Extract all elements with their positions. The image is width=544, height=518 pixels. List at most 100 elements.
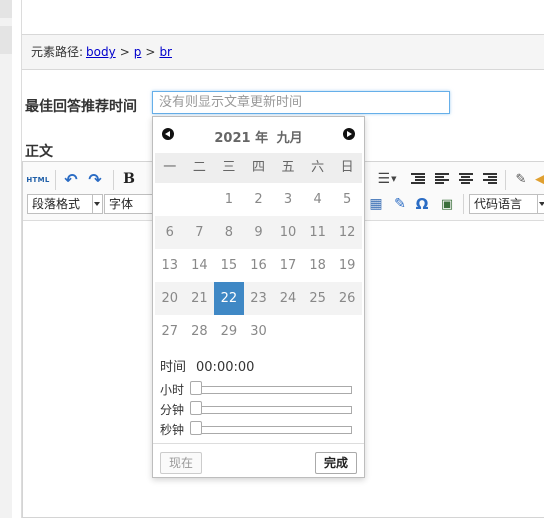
day-cell[interactable]: 8 (214, 216, 244, 249)
hour-slider-row: 小时 (160, 381, 360, 399)
body-label: 正文 (25, 144, 53, 160)
left-gutter (0, 0, 12, 518)
calendar-week-row: 20 21 22 23 24 25 26 (155, 282, 362, 315)
second-slider[interactable] (197, 426, 352, 434)
day-cell[interactable]: 20 (155, 282, 185, 315)
day-cell[interactable]: 29 (214, 315, 244, 348)
table-icon[interactable]: ▦ (368, 195, 384, 213)
list-icon[interactable]: ☰ ▼ (373, 169, 401, 189)
day-cell[interactable]: 14 (185, 249, 215, 282)
day-cell[interactable]: 16 (244, 249, 274, 282)
hour-slider-handle[interactable] (190, 381, 202, 395)
day-cell[interactable]: 12 (332, 216, 362, 249)
path-link-body[interactable]: body (86, 45, 116, 59)
day-cell[interactable]: 2 (244, 183, 274, 216)
paragraph-format-select[interactable]: 段落格式 (27, 194, 103, 214)
day-cell[interactable]: 6 (155, 216, 185, 249)
second-slider-row: 秒钟 (160, 421, 360, 439)
day-cell[interactable]: 19 (332, 249, 362, 282)
second-slider-handle[interactable] (190, 421, 202, 435)
top-editor-area[interactable] (22, 0, 544, 35)
minute-slider[interactable] (197, 406, 352, 414)
day-cell[interactable]: 9 (244, 216, 274, 249)
time-display: 时间 00:00:00 (160, 356, 254, 375)
attachment-icon[interactable]: ✎ (391, 195, 409, 213)
now-button[interactable]: 现在 (160, 452, 202, 474)
gutter-block (0, 26, 12, 54)
day-cell[interactable]: 24 (273, 282, 303, 315)
empty-day-cell (332, 315, 362, 348)
weekday-header-cell: 四 (251, 160, 265, 175)
weekday-header-cell: 二 (192, 160, 206, 175)
day-cell[interactable]: 5 (332, 183, 362, 216)
redo-icon[interactable]: ↷ (85, 169, 105, 189)
path-link-p[interactable]: p (134, 45, 142, 59)
day-cell[interactable]: 4 (303, 183, 333, 216)
minute-slider-row: 分钟 (160, 401, 360, 419)
day-cell[interactable]: 17 (273, 249, 303, 282)
calendar-week-row: 13 14 15 16 17 18 19 (155, 249, 362, 282)
day-cell[interactable]: 28 (185, 315, 215, 348)
weekday-header-cell: 日 (340, 160, 354, 175)
day-cell[interactable]: 13 (155, 249, 185, 282)
day-cell[interactable]: 15 (214, 249, 244, 282)
image-icon[interactable]: ▣ (438, 195, 456, 213)
day-cell[interactable]: 18 (303, 249, 333, 282)
indent-icon[interactable] (408, 169, 428, 189)
weekday-header-cell: 一 (163, 160, 177, 175)
align-left-icon[interactable] (432, 169, 452, 189)
calendar-week-row: 12345 (155, 183, 362, 216)
path-link-br[interactable]: br (159, 45, 172, 59)
weekday-header-cell: 三 (222, 160, 236, 175)
next-month-icon[interactable] (343, 128, 355, 140)
picker-month: 九月 (276, 131, 303, 146)
done-button[interactable]: 完成 (315, 452, 357, 474)
picker-title: 2021 年 九月 (153, 127, 364, 146)
path-separator: > (119, 45, 130, 59)
undo-icon[interactable]: ↶ (61, 169, 81, 189)
bold-button[interactable]: B (119, 169, 139, 189)
paint-icon[interactable]: ◀ (535, 169, 544, 189)
day-cell[interactable]: 11 (303, 216, 333, 249)
day-cell[interactable]: 23 (244, 282, 274, 315)
day-cell[interactable]: 30 (244, 315, 274, 348)
picker-year: 2021 年 (214, 131, 269, 146)
day-cell[interactable]: 10 (273, 216, 303, 249)
element-path-label: 元素路径: (31, 45, 84, 59)
day-cell[interactable]: 3 (273, 183, 303, 216)
font-select[interactable]: 字体 (104, 194, 156, 214)
empty-day-cell (155, 183, 185, 216)
html-source-button[interactable]: HTML (26, 171, 49, 189)
minute-slider-handle[interactable] (190, 401, 202, 415)
code-language-value: 代码语言 (474, 197, 523, 211)
minute-label: 分钟 (160, 403, 185, 417)
day-cell[interactable]: 7 (185, 216, 215, 249)
hour-label: 小时 (160, 383, 185, 397)
time-label: 时间 (160, 360, 187, 375)
hour-slider[interactable] (197, 386, 352, 394)
align-center-icon[interactable] (456, 169, 476, 189)
font-value: 字体 (109, 197, 134, 211)
weekday-header-cell: 五 (281, 160, 295, 175)
empty-day-cell (273, 315, 303, 348)
weekday-header-cell: 六 (311, 160, 325, 175)
calendar-week-row: 6 7 8 9 10 11 12 (155, 216, 362, 249)
empty-day-cell (185, 183, 215, 216)
special-char-icon[interactable]: Ω (413, 195, 431, 213)
code-language-select[interactable]: 代码语言 (469, 194, 544, 214)
picker-footer: 现在 完成 (153, 443, 364, 478)
best-answer-time-label: 最佳回答推荐时间 (25, 99, 137, 115)
day-cell[interactable]: 26 (332, 282, 362, 315)
day-cell[interactable]: 27 (155, 315, 185, 348)
best-answer-time-input[interactable] (152, 91, 450, 114)
path-separator: > (145, 45, 156, 59)
second-label: 秒钟 (160, 423, 185, 437)
gutter-block (0, 0, 12, 18)
element-path-bar: 元素路径: body > p > br (22, 35, 544, 70)
day-cell[interactable]: 25 (303, 282, 333, 315)
align-right-icon[interactable] (480, 169, 500, 189)
day-cell[interactable]: 21 (185, 282, 215, 315)
day-cell[interactable]: 1 (214, 183, 244, 216)
eraser-icon[interactable]: ✎ (511, 169, 531, 189)
selected-day-cell[interactable]: 22 (214, 282, 244, 315)
